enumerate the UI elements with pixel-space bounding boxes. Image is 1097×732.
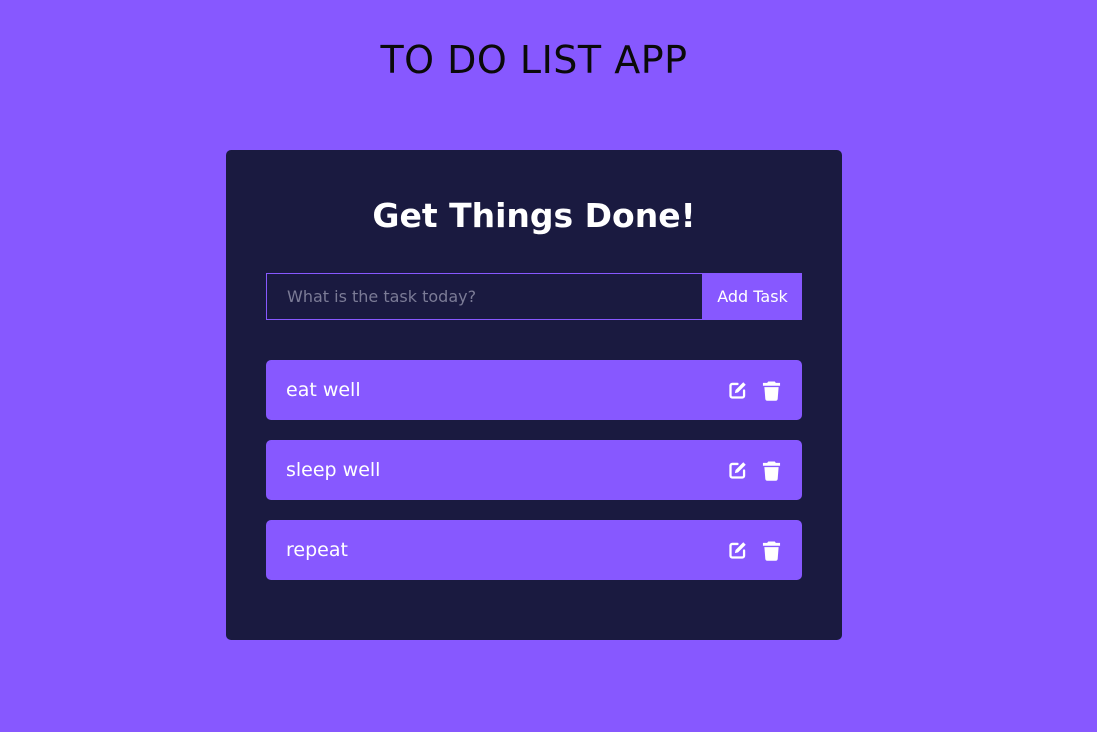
add-task-button[interactable]: Add Task [703,273,802,320]
task-actions [726,459,782,481]
trash-icon[interactable] [760,459,782,481]
task-text[interactable]: sleep well [286,459,380,481]
task-actions [726,539,782,561]
task-item: eat well [266,360,802,420]
app-title: TO DO LIST APP [380,38,688,82]
edit-icon[interactable] [726,459,748,481]
trash-icon[interactable] [760,539,782,561]
task-item: sleep well [266,440,802,500]
card-heading: Get Things Done! [372,196,696,235]
task-item: repeat [266,520,802,580]
edit-icon[interactable] [726,539,748,561]
task-text[interactable]: eat well [286,379,361,401]
task-form: Add Task [266,273,802,320]
task-input[interactable] [266,273,703,320]
edit-icon[interactable] [726,379,748,401]
trash-icon[interactable] [760,379,782,401]
task-list: eat well sleep well repeat [266,360,802,600]
task-text[interactable]: repeat [286,539,348,561]
todo-card: Get Things Done! Add Task eat well [226,150,842,640]
task-actions [726,379,782,401]
